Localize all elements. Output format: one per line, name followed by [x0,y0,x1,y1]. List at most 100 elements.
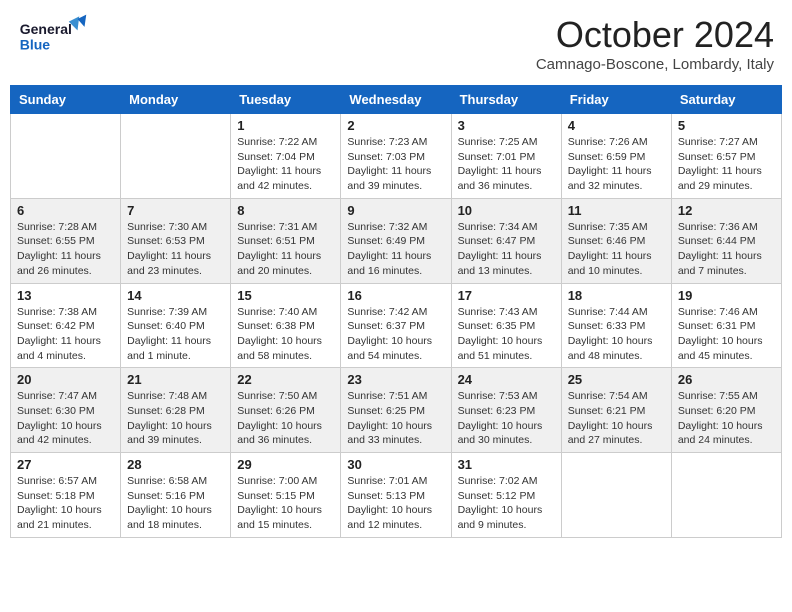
calendar-cell: 8 Sunrise: 7:31 AMSunset: 6:51 PMDaylight… [231,198,341,283]
calendar-cell: 30Sunrise: 7:01 AMSunset: 5:13 PMDayligh… [341,453,451,538]
logo: General Blue [18,14,88,59]
day-info: Sunrise: 7:02 AMSunset: 5:12 PMDaylight:… [458,474,555,533]
day-number: 21 [127,372,224,387]
day-info: Sunrise: 7:23 AMSunset: 7:03 PMDaylight:… [347,135,444,194]
calendar-cell: 24 Sunrise: 7:53 AMSunset: 6:23 PMDayligh… [451,368,561,453]
day-info: Sunrise: 7:34 AMSunset: 6:47 PMDaylight:… [458,220,555,279]
day-number: 31 [458,457,555,472]
day-info: Sunrise: 7:50 AMSunset: 6:26 PMDaylight:… [237,389,334,448]
calendar-cell: 7 Sunrise: 7:30 AMSunset: 6:53 PMDaylight… [121,198,231,283]
day-number: 22 [237,372,334,387]
day-number: 26 [678,372,775,387]
calendar-cell: 3 Sunrise: 7:25 AMSunset: 7:01 PMDaylight… [451,114,561,199]
svg-text:General: General [20,21,72,37]
weekday-header-monday: Monday [121,86,231,114]
day-number: 27 [17,457,114,472]
day-number: 17 [458,288,555,303]
day-info: Sunrise: 7:31 AMSunset: 6:51 PMDaylight:… [237,220,334,279]
calendar-cell: 16Sunrise: 7:42 AMSunset: 6:37 PMDayligh… [341,283,451,368]
day-info: Sunrise: 7:40 AMSunset: 6:38 PMDaylight:… [237,305,334,364]
calendar-cell: 26Sunrise: 7:55 AMSunset: 6:20 PMDayligh… [671,368,781,453]
day-number: 8 [237,203,334,218]
calendar-cell: 2 Sunrise: 7:23 AMSunset: 7:03 PMDaylight… [341,114,451,199]
calendar-cell: 5 Sunrise: 7:27 AMSunset: 6:57 PMDaylight… [671,114,781,199]
day-info: Sunrise: 6:58 AMSunset: 5:16 PMDaylight:… [127,474,224,533]
day-number: 11 [568,203,665,218]
day-info: Sunrise: 7:30 AMSunset: 6:53 PMDaylight:… [127,220,224,279]
calendar-cell: 22 Sunrise: 7:50 AMSunset: 6:26 PMDayligh… [231,368,341,453]
day-number: 24 [458,372,555,387]
day-info: Sunrise: 7:32 AMSunset: 6:49 PMDaylight:… [347,220,444,279]
calendar-cell: 10 Sunrise: 7:34 AMSunset: 6:47 PMDayligh… [451,198,561,283]
day-number: 1 [237,118,334,133]
calendar-cell [121,114,231,199]
day-info: Sunrise: 7:26 AMSunset: 6:59 PMDaylight:… [568,135,665,194]
day-info: Sunrise: 7:25 AMSunset: 7:01 PMDaylight:… [458,135,555,194]
day-number: 7 [127,203,224,218]
calendar-cell: 14 Sunrise: 7:39 AMSunset: 6:40 PMDayligh… [121,283,231,368]
day-number: 5 [678,118,775,133]
day-info: Sunrise: 7:42 AMSunset: 6:37 PMDaylight:… [347,305,444,364]
calendar-cell: 13 Sunrise: 7:38 AMSunset: 6:42 PMDayligh… [11,283,121,368]
day-info: Sunrise: 6:57 AMSunset: 5:18 PMDaylight:… [17,474,114,533]
day-info: Sunrise: 7:27 AMSunset: 6:57 PMDaylight:… [678,135,775,194]
calendar-cell [11,114,121,199]
day-number: 2 [347,118,444,133]
day-number: 25 [568,372,665,387]
weekday-header-friday: Friday [561,86,671,114]
calendar-cell: 29Sunrise: 7:00 AMSunset: 5:15 PMDayligh… [231,453,341,538]
day-number: 18 [568,288,665,303]
day-info: Sunrise: 7:46 AMSunset: 6:31 PMDaylight:… [678,305,775,364]
day-info: Sunrise: 7:38 AMSunset: 6:42 PMDaylight:… [17,305,114,364]
day-number: 13 [17,288,114,303]
svg-text:Blue: Blue [20,37,51,53]
day-info: Sunrise: 7:47 AMSunset: 6:30 PMDaylight:… [17,389,114,448]
calendar-table: SundayMondayTuesdayWednesdayThursdayFrid… [10,85,782,538]
calendar-cell: 21 Sunrise: 7:48 AMSunset: 6:28 PMDayligh… [121,368,231,453]
day-number: 10 [458,203,555,218]
page-header: General Blue October 2024 Camnago-Boscon… [10,10,782,77]
day-info: Sunrise: 7:53 AMSunset: 6:23 PMDaylight:… [458,389,555,448]
day-number: 12 [678,203,775,218]
day-info: Sunrise: 7:35 AMSunset: 6:46 PMDaylight:… [568,220,665,279]
calendar-cell: 11 Sunrise: 7:35 AMSunset: 6:46 PMDayligh… [561,198,671,283]
calendar-cell [561,453,671,538]
month-title: October 2024 [536,14,774,56]
location: Camnago-Boscone, Lombardy, Italy [536,56,774,73]
calendar-cell: 1 Sunrise: 7:22 AMSunset: 7:04 PMDaylight… [231,114,341,199]
calendar-cell: 31 Sunrise: 7:02 AMSunset: 5:12 PMDayligh… [451,453,561,538]
day-number: 6 [17,203,114,218]
calendar-cell: 9 Sunrise: 7:32 AMSunset: 6:49 PMDaylight… [341,198,451,283]
calendar-cell: 12 Sunrise: 7:36 AMSunset: 6:44 PMDayligh… [671,198,781,283]
day-number: 9 [347,203,444,218]
day-info: Sunrise: 7:36 AMSunset: 6:44 PMDaylight:… [678,220,775,279]
day-info: Sunrise: 7:48 AMSunset: 6:28 PMDaylight:… [127,389,224,448]
day-number: 20 [17,372,114,387]
day-number: 15 [237,288,334,303]
calendar-cell: 15 Sunrise: 7:40 AMSunset: 6:38 PMDayligh… [231,283,341,368]
calendar-cell: 25Sunrise: 7:54 AMSunset: 6:21 PMDayligh… [561,368,671,453]
calendar-cell: 27 Sunrise: 6:57 AMSunset: 5:18 PMDayligh… [11,453,121,538]
calendar-week-row: 6 Sunrise: 7:28 AMSunset: 6:55 PMDaylight… [11,198,782,283]
day-number: 3 [458,118,555,133]
weekday-header-tuesday: Tuesday [231,86,341,114]
day-number: 14 [127,288,224,303]
day-number: 19 [678,288,775,303]
calendar-week-row: 20 Sunrise: 7:47 AMSunset: 6:30 PMDayligh… [11,368,782,453]
calendar-cell: 28Sunrise: 6:58 AMSunset: 5:16 PMDayligh… [121,453,231,538]
weekday-header-row: SundayMondayTuesdayWednesdayThursdayFrid… [11,86,782,114]
calendar-cell: 20 Sunrise: 7:47 AMSunset: 6:30 PMDayligh… [11,368,121,453]
title-section: October 2024 Camnago-Boscone, Lombardy, … [536,14,774,73]
day-info: Sunrise: 7:28 AMSunset: 6:55 PMDaylight:… [17,220,114,279]
day-info: Sunrise: 7:22 AMSunset: 7:04 PMDaylight:… [237,135,334,194]
day-info: Sunrise: 7:01 AMSunset: 5:13 PMDaylight:… [347,474,444,533]
weekday-header-wednesday: Wednesday [341,86,451,114]
day-info: Sunrise: 7:39 AMSunset: 6:40 PMDaylight:… [127,305,224,364]
calendar-week-row: 27 Sunrise: 6:57 AMSunset: 5:18 PMDayligh… [11,453,782,538]
day-info: Sunrise: 7:51 AMSunset: 6:25 PMDaylight:… [347,389,444,448]
calendar-cell: 6 Sunrise: 7:28 AMSunset: 6:55 PMDaylight… [11,198,121,283]
calendar-week-row: 13 Sunrise: 7:38 AMSunset: 6:42 PMDayligh… [11,283,782,368]
calendar-cell: 17Sunrise: 7:43 AMSunset: 6:35 PMDayligh… [451,283,561,368]
weekday-header-thursday: Thursday [451,86,561,114]
calendar-cell: 18Sunrise: 7:44 AMSunset: 6:33 PMDayligh… [561,283,671,368]
